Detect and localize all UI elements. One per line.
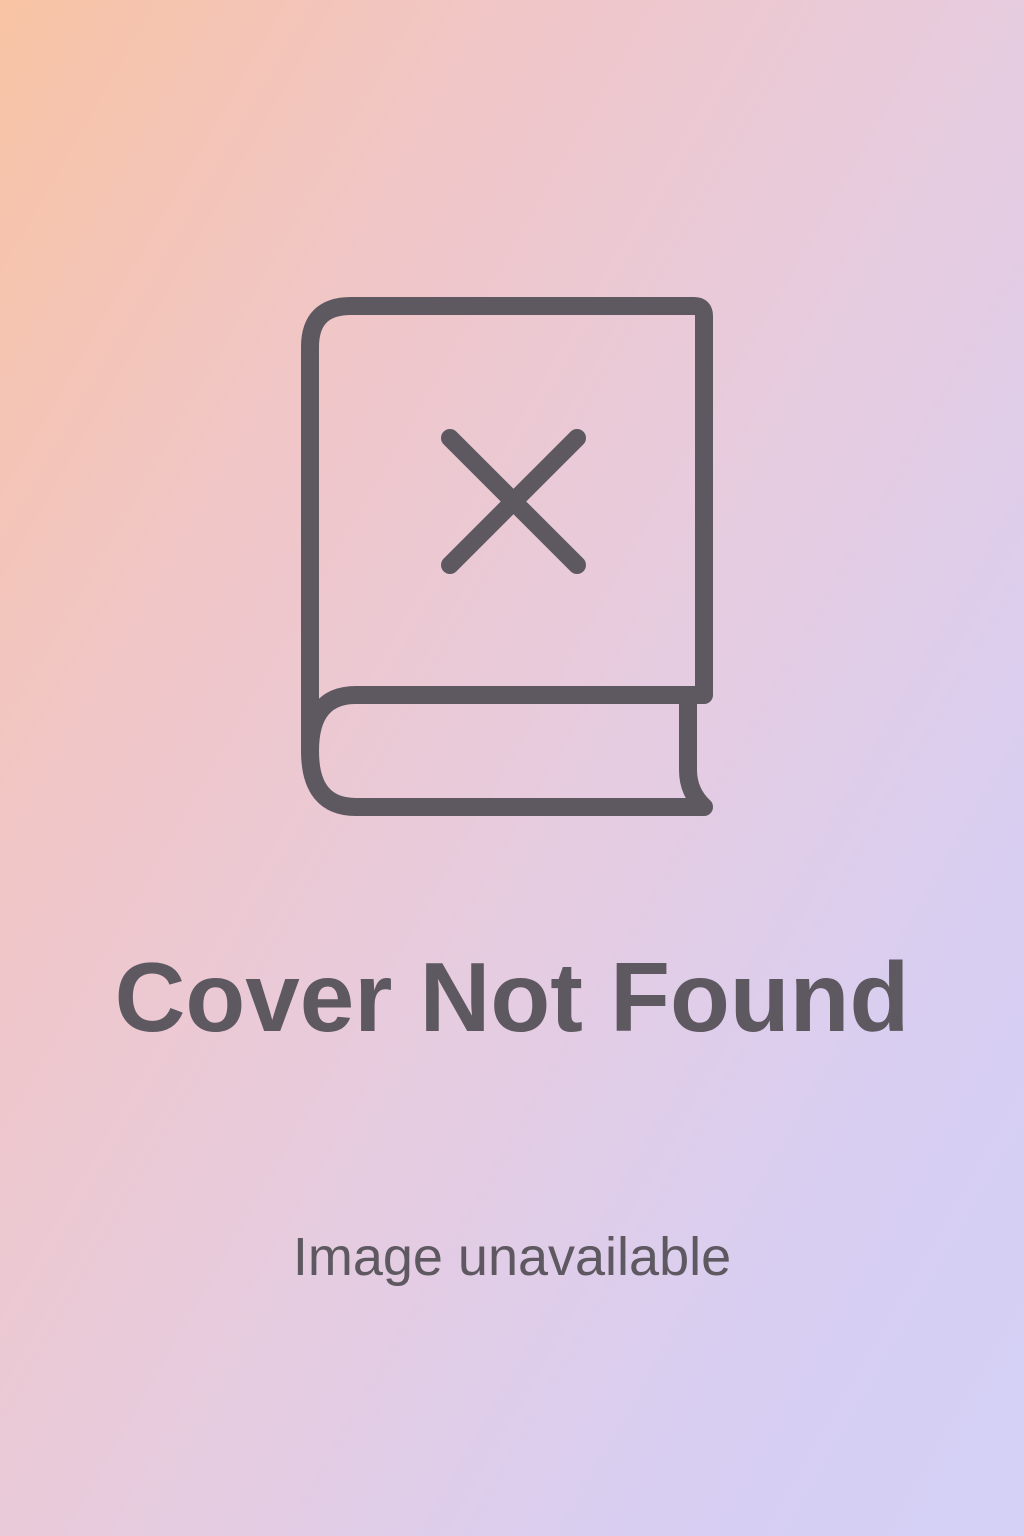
book-with-x-icon <box>296 292 720 828</box>
image-unavailable-subtitle: Image unavailable <box>292 1227 732 1287</box>
missing-cover-placeholder: Cover Not Found Image unavailable <box>0 0 1024 1536</box>
cover-not-found-title: Cover Not Found <box>114 942 910 1052</box>
